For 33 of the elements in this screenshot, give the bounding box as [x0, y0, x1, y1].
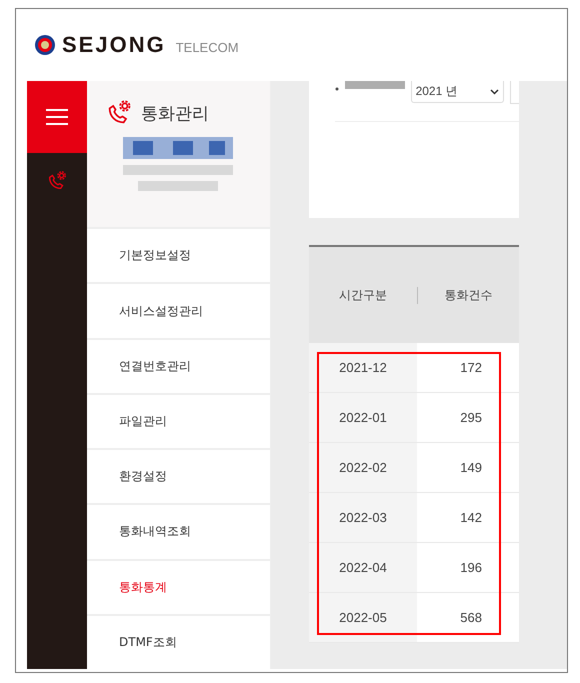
table-cell-text: 172: [459, 359, 483, 377]
sidebar-title: 통화관리: [141, 102, 209, 124]
sidebar-item[interactable]: DTMF조회: [87, 614, 270, 670]
phone-gear-icon: [46, 170, 68, 192]
logo-icon: [34, 34, 56, 56]
sidebar-item[interactable]: 통화통계: [87, 558, 270, 614]
sidebar-item[interactable]: 기본정보설정: [87, 227, 270, 282]
table-cell: 2022-03: [309, 493, 417, 542]
menu-icon: [46, 109, 68, 125]
table-cell: 2021-12: [309, 343, 417, 392]
table-cell: 2022-05: [309, 593, 417, 642]
table-cell: 2022-02: [309, 443, 417, 492]
menu-button[interactable]: [27, 81, 87, 153]
table-cell-text: 568: [459, 609, 483, 627]
sidebar-item[interactable]: 파일관리: [87, 392, 270, 448]
year-select[interactable]: 2021 년: [410, 81, 504, 103]
chevron-icon: [490, 88, 500, 94]
sidebar-item[interactable]: 연결번호관리: [87, 338, 270, 393]
table-cell: 2022-04: [309, 543, 417, 592]
logo-text: SEJONG: [62, 32, 166, 58]
bullet-icon: [335, 87, 339, 91]
logo-subtitle: TELECOM: [176, 40, 239, 54]
table-cell-text: 149: [459, 459, 483, 477]
table-cell: 2022-01: [309, 393, 417, 442]
clipped-label: [344, 81, 405, 89]
column-header: 시간구분: [338, 286, 388, 304]
sidebar-item[interactable]: 환경설정: [87, 448, 270, 504]
table-cell-text: 295: [459, 409, 483, 427]
table-cell-text: 142: [459, 509, 483, 527]
column-header: 통화건수: [417, 286, 519, 304]
table-cell-text: 196: [459, 559, 483, 577]
sidebar-item[interactable]: 통화내역조회: [87, 503, 270, 559]
sidebar-item[interactable]: 서비스설정관리: [87, 282, 270, 338]
